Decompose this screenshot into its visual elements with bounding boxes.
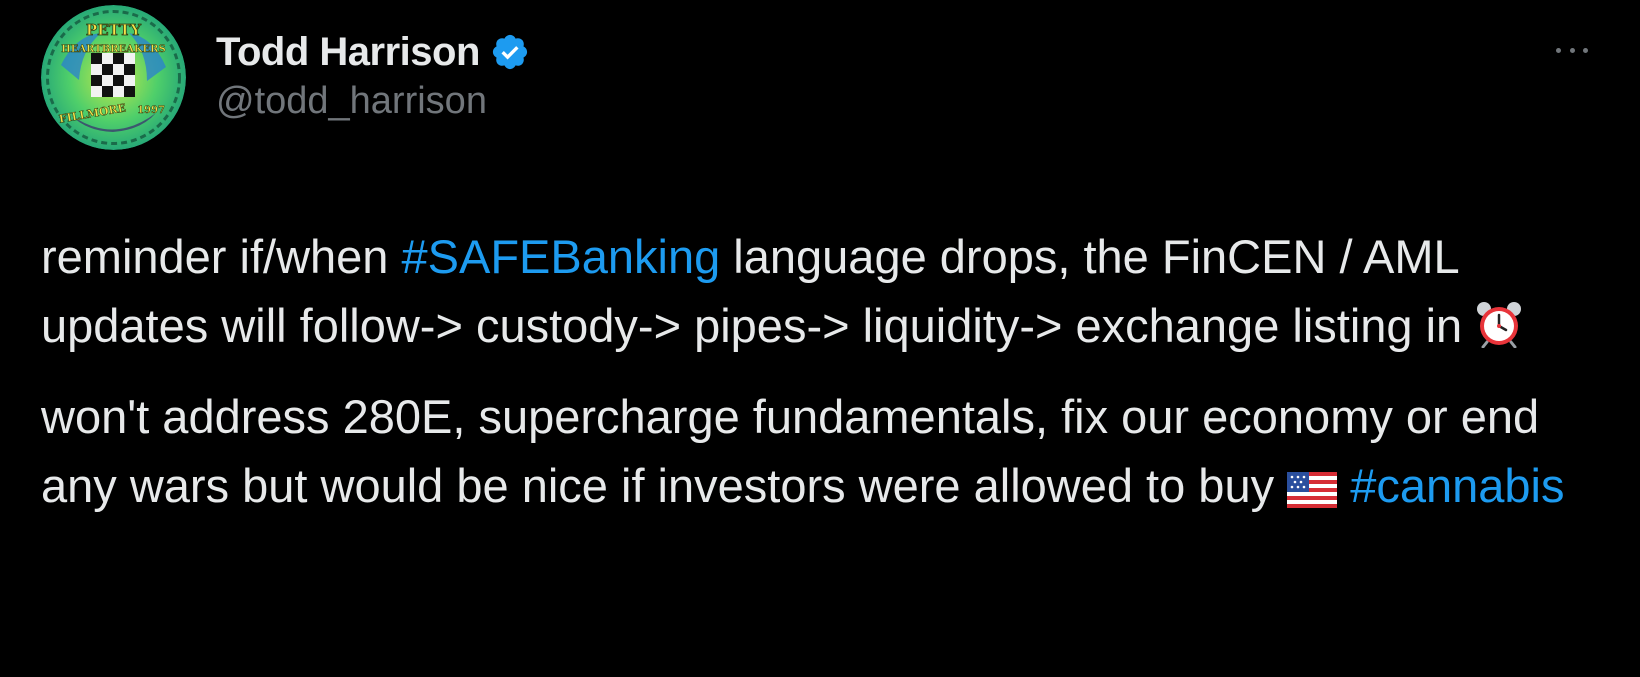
avatar-image: PETTY HEARTBREAKERS FILLMORE 1997 [41,5,186,150]
display-name[interactable]: Todd Harrison [216,30,480,75]
verified-badge-icon [490,32,530,72]
tweet-text: reminder if/when #SAFEBanking language d… [41,222,1601,526]
tweet-text-segment: reminder if/when [41,230,402,283]
hashtag-link[interactable]: #cannabis [1350,459,1564,512]
avatar[interactable]: PETTY HEARTBREAKERS FILLMORE 1997 [41,5,186,150]
author-handle[interactable]: @todd_harrison [216,80,530,123]
us-flag-icon [1287,457,1338,526]
alarm-clock-icon [1475,297,1523,366]
tweet-paragraph-2: won't address 280E, supercharge fundamen… [41,382,1601,526]
avatar-logo-year: 1997 [137,105,165,116]
tweet-paragraph-1: reminder if/when #SAFEBanking language d… [41,222,1601,366]
avatar-logo-middle: HEARTBREAKERS [61,44,165,55]
avatar-logo-top: PETTY [86,21,142,39]
tweet: PETTY HEARTBREAKERS FILLMORE 1997 Todd H… [0,0,1640,677]
hashtag-link[interactable]: #SAFEBanking [402,230,721,283]
name-row: Todd Harrison [216,26,530,78]
more-options-icon[interactable] [1556,44,1588,56]
author-block: Todd Harrison @todd_harrison [216,26,530,123]
